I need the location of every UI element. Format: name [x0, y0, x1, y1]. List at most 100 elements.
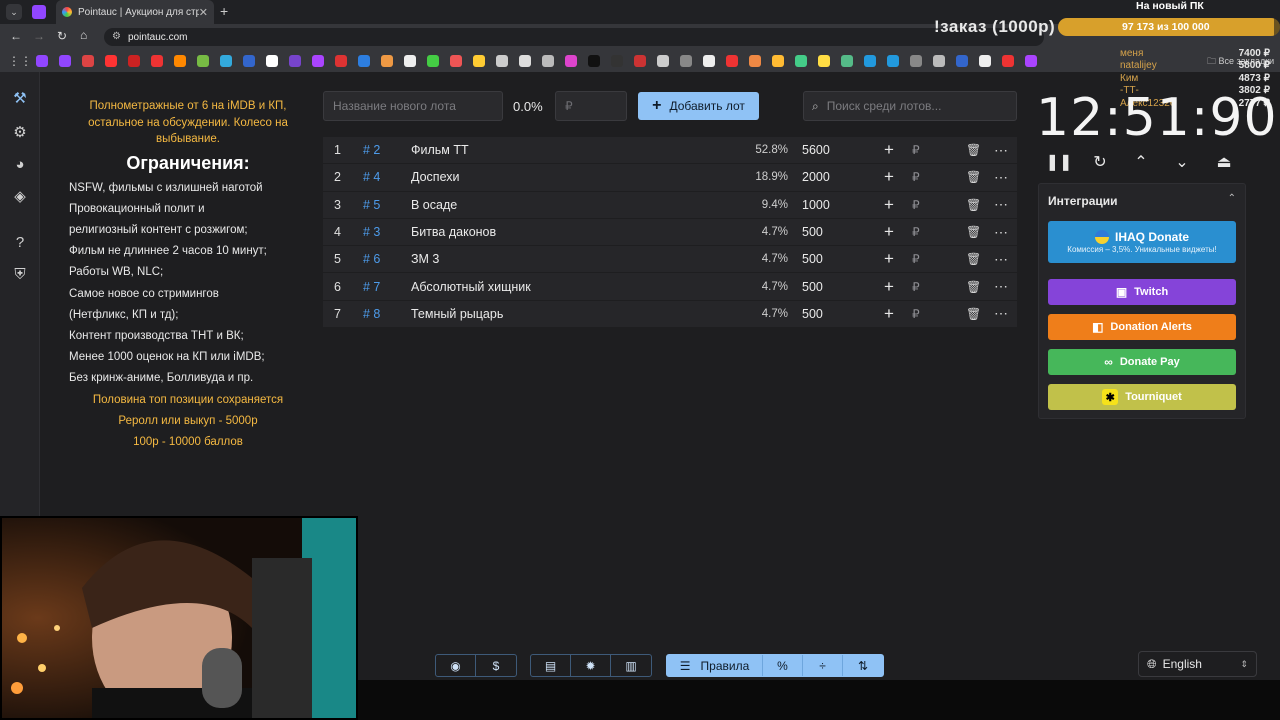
- add-amount-icon[interactable]: +: [884, 277, 894, 297]
- bookmark-icon[interactable]: [1025, 55, 1037, 67]
- address-field[interactable]: ⚙ pointauc.com: [104, 28, 1044, 46]
- bookmark-icon[interactable]: [956, 55, 968, 67]
- lot-id[interactable]: # 3: [363, 225, 380, 239]
- lot-id[interactable]: # 4: [363, 170, 380, 184]
- bookmark-icon[interactable]: [933, 55, 945, 67]
- bookmark-icon[interactable]: [910, 55, 922, 67]
- sort-icon[interactable]: ⇅: [843, 655, 883, 676]
- lot-name[interactable]: ЗМ 3: [411, 252, 439, 266]
- bookmark-icon[interactable]: [36, 55, 48, 67]
- tab-pointauc[interactable]: Pointauc | Аукцион для стримеров ✕: [56, 0, 214, 24]
- language-select[interactable]: 🌐︎ English ⇕: [1138, 651, 1257, 677]
- delete-icon[interactable]: 🗑: [966, 198, 981, 212]
- bookmark-icon[interactable]: [404, 55, 416, 67]
- ruble-icon[interactable]: ₽: [912, 143, 920, 157]
- bookmark-icon[interactable]: [105, 55, 117, 67]
- more-icon[interactable]: ⋯: [994, 196, 1008, 213]
- apps-icon[interactable]: ⋮⋮: [8, 54, 32, 68]
- bookmark-icon[interactable]: [289, 55, 301, 67]
- more-icon[interactable]: ⋯: [994, 224, 1008, 241]
- save-icon[interactable]: ▤: [531, 655, 571, 676]
- back-icon[interactable]: ←: [10, 29, 22, 43]
- delete-icon[interactable]: 🗑: [966, 225, 981, 239]
- ruble-icon[interactable]: ₽: [912, 198, 920, 212]
- lot-id[interactable]: # 7: [363, 280, 380, 294]
- chevron-up-icon[interactable]: ⌃: [1130, 152, 1152, 172]
- add-amount-icon[interactable]: +: [884, 167, 894, 187]
- bookmark-icon[interactable]: [151, 55, 163, 67]
- bookmark-icon[interactable]: [542, 55, 554, 67]
- add-amount-icon[interactable]: +: [884, 249, 894, 269]
- bookmark-icon[interactable]: [59, 55, 71, 67]
- lot-amount[interactable]: 2000: [802, 170, 830, 184]
- ruble-icon[interactable]: ₽: [912, 307, 920, 321]
- lot-name[interactable]: Битва даконов: [411, 225, 496, 239]
- bookmark-icon[interactable]: [726, 55, 738, 67]
- new-lot-input[interactable]: Название нового лота: [323, 91, 503, 121]
- ruble-icon[interactable]: ₽: [912, 170, 920, 184]
- tourniquet-button[interactable]: ✱ Tourniquet: [1048, 384, 1236, 410]
- new-lot-amount-input[interactable]: ₽: [555, 91, 627, 121]
- bookmark-icon[interactable]: [657, 55, 669, 67]
- lot-id[interactable]: # 6: [363, 252, 380, 266]
- dollar-icon[interactable]: $: [476, 655, 516, 676]
- add-amount-icon[interactable]: +: [884, 195, 894, 215]
- layers-icon[interactable]: ◈: [10, 186, 30, 206]
- ruble-icon[interactable]: ₽: [912, 252, 920, 266]
- auction-gavel-icon[interactable]: ⚒: [10, 88, 30, 108]
- donation-alerts-button[interactable]: ◧ Donation Alerts: [1048, 314, 1236, 340]
- bookmark-icon[interactable]: [979, 55, 991, 67]
- bookmark-icon[interactable]: [680, 55, 692, 67]
- lot-name[interactable]: Абсолютный хищник: [411, 280, 531, 294]
- lot-name[interactable]: Доспехи: [411, 170, 460, 184]
- bookmark-icon[interactable]: [749, 55, 761, 67]
- settings-gear-icon[interactable]: ⚙: [10, 122, 30, 142]
- bookmark-icon[interactable]: [496, 55, 508, 67]
- lot-name[interactable]: В осаде: [411, 198, 457, 212]
- delete-icon[interactable]: 🗑: [966, 252, 981, 266]
- forward-icon[interactable]: →: [33, 29, 45, 43]
- add-lot-button[interactable]: + Добавить лот: [638, 92, 759, 120]
- lot-amount[interactable]: 5600: [802, 143, 830, 157]
- bookmark-icon[interactable]: [312, 55, 324, 67]
- add-amount-icon[interactable]: +: [884, 304, 894, 324]
- bookmark-icon[interactable]: [519, 55, 531, 67]
- lot-name[interactable]: Фильм ТТ: [411, 143, 469, 157]
- lot-amount[interactable]: 1000: [802, 198, 830, 212]
- bookmark-icon[interactable]: [634, 55, 646, 67]
- bookmark-icon[interactable]: [588, 55, 600, 67]
- add-amount-icon[interactable]: +: [884, 140, 894, 160]
- bookmark-icon[interactable]: [243, 55, 255, 67]
- bookmark-icon[interactable]: [266, 55, 278, 67]
- bookmark-icon[interactable]: [473, 55, 485, 67]
- shield-icon[interactable]: ⛨: [10, 264, 30, 284]
- wheel-icon[interactable]: ◕: [10, 154, 30, 174]
- delete-icon[interactable]: 🗑: [966, 143, 981, 157]
- new-tab-icon[interactable]: +: [220, 3, 228, 19]
- reload-icon[interactable]: ↻: [57, 29, 67, 43]
- pause-icon[interactable]: ❚❚: [1046, 152, 1073, 172]
- bookmark-icon[interactable]: [772, 55, 784, 67]
- bookmark-icon[interactable]: [864, 55, 876, 67]
- more-icon[interactable]: ⋯: [994, 305, 1008, 322]
- lot-amount[interactable]: 500: [802, 252, 823, 266]
- bookmark-icon[interactable]: [220, 55, 232, 67]
- bookmark-icon[interactable]: [450, 55, 462, 67]
- ihaq-donate-button[interactable]: IHAQ Donate Комиссия – 3,5%. Уникальные …: [1048, 221, 1236, 263]
- bug-icon[interactable]: ✹: [571, 655, 611, 676]
- add-amount-icon[interactable]: +: [884, 222, 894, 242]
- bookmark-icon[interactable]: [703, 55, 715, 67]
- home-icon[interactable]: ⌂: [80, 28, 87, 42]
- bookmark-icon[interactable]: [841, 55, 853, 67]
- github-icon[interactable]: ◉: [436, 655, 476, 676]
- rules-button[interactable]: ☰ Правила: [667, 655, 763, 676]
- eject-icon[interactable]: ⏏: [1213, 152, 1235, 172]
- bookmark-icon[interactable]: [795, 55, 807, 67]
- percent-icon[interactable]: %: [763, 655, 803, 676]
- lot-id[interactable]: # 2: [363, 143, 380, 157]
- close-tab-icon[interactable]: ✕: [199, 6, 208, 19]
- search-lots-input[interactable]: ⌕ Поиск среди лотов...: [803, 91, 1017, 121]
- bookmark-icon[interactable]: [174, 55, 186, 67]
- ruble-icon[interactable]: ₽: [912, 225, 920, 239]
- twitch-button[interactable]: ▣ Twitch: [1048, 279, 1236, 305]
